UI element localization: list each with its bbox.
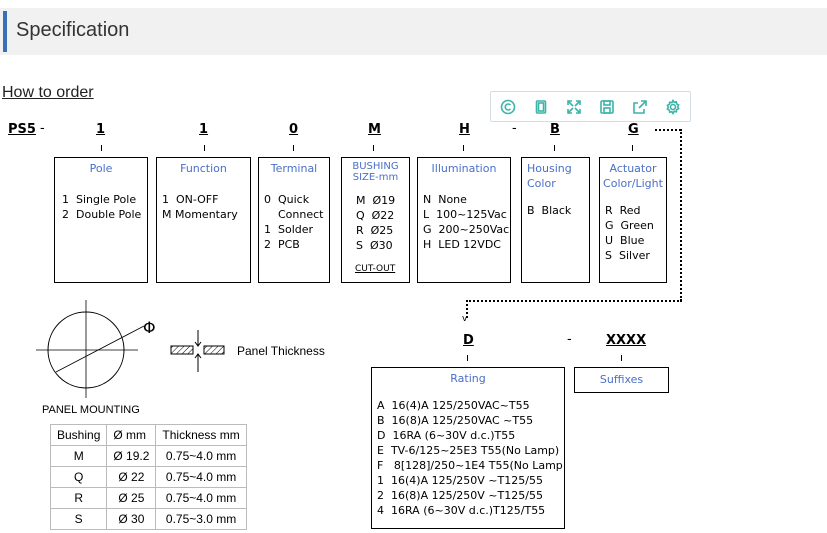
panel-thickness-diagram xyxy=(170,330,225,372)
illumination-title: Illumination xyxy=(431,162,497,175)
bushing-options: M Ø19 Q Ø22 R Ø25 S Ø30 xyxy=(356,194,396,252)
copyright-icon[interactable] xyxy=(491,92,524,121)
dotted-connector xyxy=(655,129,681,131)
connector-tick xyxy=(204,145,205,151)
phi-symbol: Φ xyxy=(143,318,156,337)
table-cell: 0.75~4.0 mm xyxy=(155,466,247,488)
suffixes-box: Suffixes xyxy=(574,367,669,393)
code-suffix: XXXX xyxy=(606,333,647,348)
terminal-title: Terminal xyxy=(270,162,318,175)
connector-tick xyxy=(293,145,294,151)
table-header: Ø mm xyxy=(106,424,157,446)
illumination-box: Illumination N None L 100~125Vac G 200~2… xyxy=(417,157,511,283)
housing-subtitle: Color xyxy=(527,177,556,190)
cutout-label: CUT-OUT xyxy=(355,264,396,274)
actuator-options: R Red G Green U Blue S Silver xyxy=(605,204,654,262)
panel-thickness-label: Panel Thickness xyxy=(237,344,325,358)
table-row: Q Ø 22 0.75~4.0 mm xyxy=(49,466,247,488)
dotted-connector xyxy=(680,129,682,301)
function-box: Function 1 ON-OFF M Momentary xyxy=(156,157,251,283)
code-prefix: PS5 xyxy=(8,122,36,137)
function-options: 1 ON-OFF M Momentary xyxy=(162,193,238,221)
code-separator: - xyxy=(512,121,517,136)
page-title: Specification xyxy=(16,19,130,41)
table-cell: M xyxy=(49,445,108,467)
settings-icon[interactable] xyxy=(656,92,689,121)
image-toolbar xyxy=(490,91,691,122)
code-rating: D xyxy=(463,333,474,348)
illumination-options: N None L 100~125Vac G 200~250Vac H LED 1… xyxy=(423,193,510,251)
table-header: Thickness mm xyxy=(155,424,247,446)
dotted-connector xyxy=(466,300,682,302)
pole-title: Pole xyxy=(89,162,113,175)
code-separator: - xyxy=(40,121,45,136)
how-to-order-heading: How to order xyxy=(2,84,94,101)
rating-title: Rating xyxy=(450,372,486,385)
page-header: Specification xyxy=(0,8,827,55)
code-separator: - xyxy=(567,332,572,347)
bushing-title: BUSHING xyxy=(352,161,399,172)
rating-box: Rating A 16(4)A 125/250VAC~T55 B 16(8)A … xyxy=(371,367,565,529)
panel-right-section xyxy=(203,345,225,355)
housing-options: B Black xyxy=(527,204,572,217)
table-cell: 0.75~4.0 mm xyxy=(155,487,247,509)
housing-title: Housing xyxy=(527,162,572,175)
arrow-down-icon: v xyxy=(462,314,468,324)
code-actuator: G xyxy=(628,122,639,137)
header-accent-bar xyxy=(3,11,7,52)
connector-tick xyxy=(632,145,633,151)
bushing-subtitle: SIZE-mm xyxy=(352,172,399,183)
table-header: Bushing xyxy=(49,424,108,446)
connector-tick xyxy=(373,145,374,151)
panel-cutout-diagram xyxy=(36,300,145,398)
table-cell: Ø 22 xyxy=(106,466,157,488)
table-header-row: Bushing Ø mm Thickness mm xyxy=(49,424,247,446)
terminal-box: Terminal 0 Quick Connect 1 Solder 2 PCB xyxy=(258,157,330,283)
table-cell: S xyxy=(49,508,108,530)
save-icon[interactable] xyxy=(590,92,623,121)
code-housing: B xyxy=(550,122,560,137)
pole-box: Pole 1 Single Pole 2 Double Pole xyxy=(54,157,148,283)
suffixes-title: Suffixes xyxy=(599,373,644,386)
bushing-box: BUSHING SIZE-mm M Ø19 Q Ø22 R Ø25 S Ø30 … xyxy=(341,157,410,283)
code-function: 1 xyxy=(199,122,209,137)
actuator-title: Actuator xyxy=(609,162,657,175)
table-row: M Ø 19.2 0.75~4.0 mm xyxy=(49,445,247,467)
table-cell: R xyxy=(49,487,108,509)
actuator-box: Actuator Color/Light R Red G Green U Blu… xyxy=(599,157,667,283)
table-cell: Ø 19.2 xyxy=(106,445,157,467)
housing-box: Housing Color B Black xyxy=(521,157,590,283)
actuator-subtitle: Color/Light xyxy=(603,177,663,190)
table-row: S Ø 30 0.75~3.0 mm xyxy=(49,508,247,530)
code-bushing: M xyxy=(368,122,381,137)
connector-tick xyxy=(463,145,464,151)
pole-options: 1 Single Pole 2 Double Pole xyxy=(62,193,142,221)
rating-options: A 16(4)A 125/250VAC~T55 B 16(8)A 125/250… xyxy=(377,399,563,517)
panel-mounting-label: PANEL MOUNTING xyxy=(42,404,140,416)
code-terminal: 0 xyxy=(289,122,299,137)
fullscreen-icon[interactable] xyxy=(557,92,590,121)
copy-icon[interactable] xyxy=(524,92,557,121)
connector-tick xyxy=(467,355,468,361)
table-cell: 0.75~4.0 mm xyxy=(155,445,247,467)
connector-tick xyxy=(101,145,102,151)
table-cell: Ø 25 xyxy=(106,487,157,509)
share-icon[interactable] xyxy=(623,92,656,121)
connector-tick xyxy=(554,145,555,151)
panel-mounting-table: Bushing Ø mm Thickness mm M Ø 19.2 0.75~… xyxy=(49,424,247,530)
table-cell: Q xyxy=(49,466,108,488)
connector-tick xyxy=(621,355,622,361)
table-row: R Ø 25 0.75~4.0 mm xyxy=(49,487,247,509)
panel-left-section xyxy=(170,345,194,355)
function-title: Function xyxy=(180,162,227,175)
code-pole: 1 xyxy=(96,122,106,137)
table-cell: Ø 30 xyxy=(106,508,157,530)
code-illumination: H xyxy=(459,122,470,137)
diameter-line xyxy=(55,325,145,373)
terminal-options: 0 Quick Connect 1 Solder 2 PCB xyxy=(264,193,324,251)
table-cell: 0.75~3.0 mm xyxy=(155,508,247,530)
